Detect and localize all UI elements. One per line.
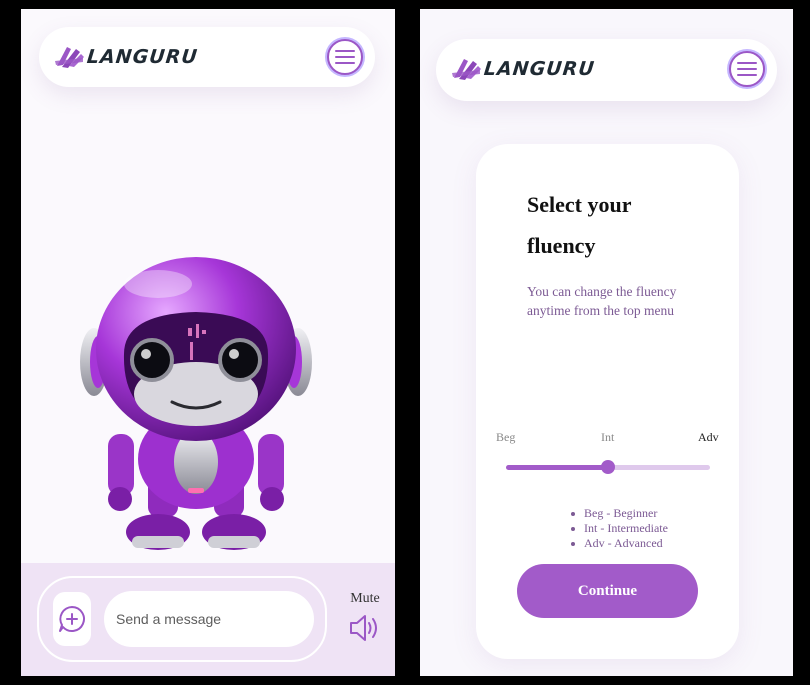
legend-item: Int - Intermediate xyxy=(568,521,668,536)
legend-item: Beg - Beginner xyxy=(568,506,668,521)
logo-brush-icon xyxy=(55,47,84,68)
slider-label-beginner: Beg xyxy=(496,430,516,444)
brand-name: LANGURU xyxy=(482,58,596,80)
logo[interactable]: LANGURU xyxy=(452,56,596,82)
slider-label-intermediate: Int xyxy=(601,430,615,444)
fluency-legend: Beg - Beginner Int - Intermediate Adv - … xyxy=(568,506,668,551)
robot-mascot-image xyxy=(80,257,312,550)
chat-input-container xyxy=(37,576,327,662)
fluency-description: You can change the fluency anytime from … xyxy=(527,284,677,318)
app-header: LANGURU xyxy=(39,27,375,87)
logo-brush-icon xyxy=(452,59,481,80)
mute-button[interactable]: Mute xyxy=(345,591,385,643)
slider-thumb[interactable] xyxy=(601,460,615,474)
hamburger-menu-icon[interactable] xyxy=(327,39,363,75)
continue-button[interactable]: Continue xyxy=(517,564,698,618)
logo[interactable]: LANGURU xyxy=(55,44,199,70)
fluency-title: Select your fluency xyxy=(527,192,632,258)
app-header: LANGURU xyxy=(436,39,777,101)
brand-name: LANGURU xyxy=(85,46,199,68)
add-chat-button[interactable] xyxy=(53,592,91,646)
slider-track-filled[interactable] xyxy=(506,465,608,470)
slider-label-advanced: Adv xyxy=(698,430,719,444)
slider-track[interactable] xyxy=(608,465,710,470)
legend-item: Adv - Advanced xyxy=(568,536,668,551)
mute-label: Mute xyxy=(350,591,380,606)
speaker-icon xyxy=(350,615,377,641)
hamburger-menu-icon[interactable] xyxy=(729,51,765,87)
add-chat-icon xyxy=(59,606,85,632)
fluency-card: Select your fluency You can change the f… xyxy=(476,144,739,659)
chat-screen: LANGURU Send a message Mute xyxy=(21,9,395,676)
fluency-screen: LANGURU Select your fluency You can chan… xyxy=(420,9,793,676)
message-input[interactable] xyxy=(104,591,314,647)
chat-input-area: Mute xyxy=(21,563,395,676)
